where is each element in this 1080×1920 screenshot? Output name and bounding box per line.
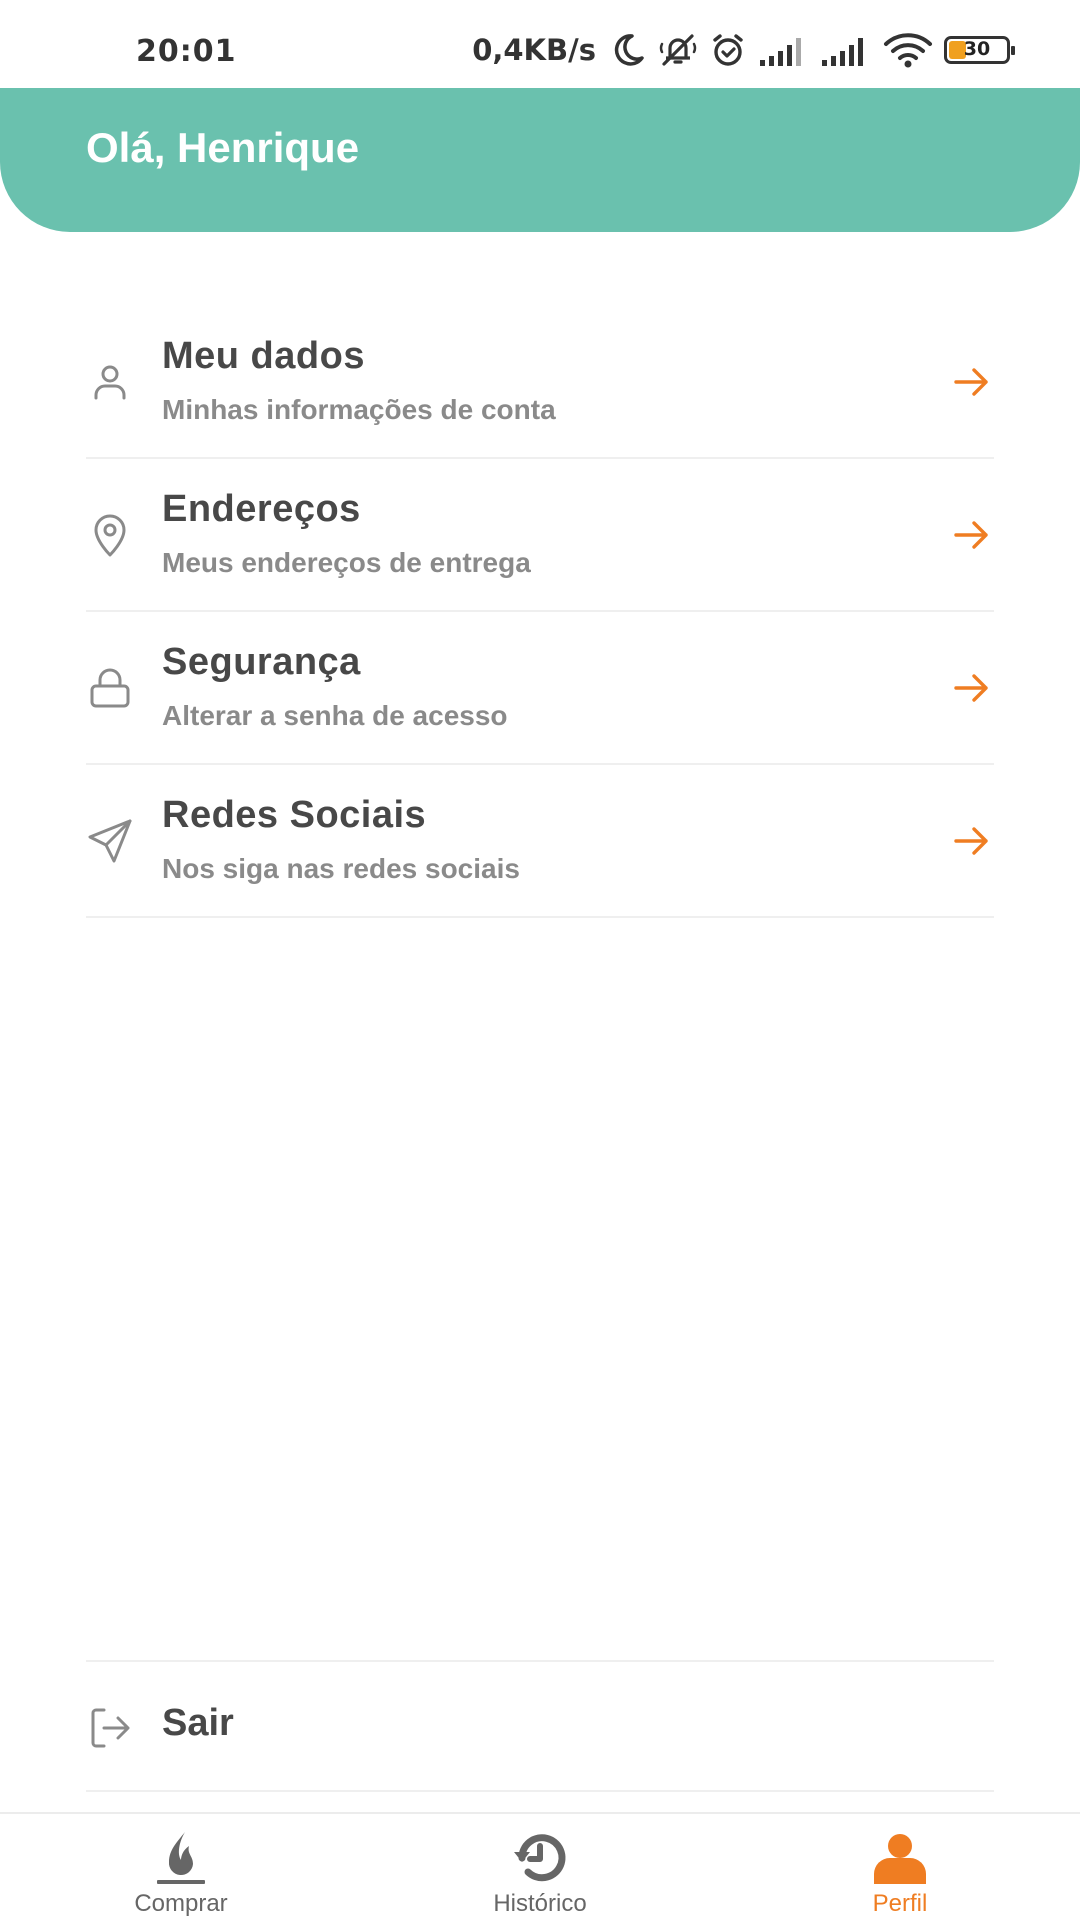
menu-item-title: Endereços	[162, 488, 361, 530]
arrow-right-icon	[954, 367, 988, 396]
nav-label: Perfil	[872, 1890, 928, 1917]
signal-icon	[760, 38, 801, 66]
status-time: 20:01	[136, 34, 237, 69]
battery-icon: 30	[944, 36, 1015, 64]
greeting-title: Olá, Henrique	[86, 124, 360, 171]
flame-icon	[157, 1832, 205, 1884]
alarm-icon	[713, 34, 743, 66]
wifi-icon	[884, 33, 932, 68]
location-pin-icon	[94, 514, 126, 556]
menu-item-seguranca[interactable]: Segurança Alterar a senha de acesso	[86, 612, 994, 765]
menu-item-enderecos[interactable]: Endereços Meus endereços de entrega	[86, 459, 994, 612]
arrow-right-icon	[954, 520, 988, 549]
menu-item-meu-dados[interactable]: Meu dados Minhas informações de conta	[86, 306, 994, 459]
menu-item-title: Segurança	[162, 641, 361, 683]
profile-menu: Meu dados Minhas informações de conta En…	[86, 306, 994, 918]
logout-label: Sair	[162, 1702, 234, 1744]
logout-icon	[91, 1708, 130, 1748]
menu-item-subtitle: Minhas informações de conta	[162, 394, 556, 425]
nav-tab-comprar[interactable]: Comprar	[61, 1814, 301, 1920]
profile-icon	[874, 1834, 926, 1884]
nav-label: Histórico	[493, 1890, 587, 1917]
header: Olá, Henrique	[0, 88, 1080, 232]
menu-item-title: Meu dados	[162, 335, 365, 377]
nav-tab-historico[interactable]: Histórico	[420, 1814, 660, 1920]
mute-icon	[659, 34, 697, 66]
menu-item-redes-sociais[interactable]: Redes Sociais Nos siga nas redes sociais	[86, 765, 994, 918]
signal-icon	[822, 38, 863, 66]
nav-label: Comprar	[134, 1890, 228, 1917]
user-icon	[94, 365, 126, 399]
menu-item-title: Redes Sociais	[162, 794, 427, 836]
logout-button[interactable]: Sair	[86, 1660, 994, 1792]
lock-icon	[90, 668, 130, 707]
menu-item-subtitle: Meus endereços de entrega	[162, 547, 531, 578]
nav-tab-perfil[interactable]: Perfil	[780, 1814, 1020, 1920]
menu-item-subtitle: Nos siga nas redes sociais	[162, 853, 520, 884]
menu-item-subtitle: Alterar a senha de acesso	[162, 700, 508, 731]
status-icons: 0,4KB/s 30	[472, 30, 1015, 70]
battery-level-text: 30	[963, 38, 991, 60]
arrow-right-icon	[954, 673, 988, 702]
send-icon	[88, 819, 132, 862]
network-speed: 0,4KB/s	[472, 33, 596, 67]
bottom-navigation: Comprar Histórico Perfil	[0, 1812, 1080, 1920]
arrow-right-icon	[954, 826, 988, 855]
status-bar: 20:01 0,4KB/s 30	[0, 0, 1080, 88]
moon-icon	[614, 34, 644, 66]
history-icon	[514, 1834, 566, 1882]
